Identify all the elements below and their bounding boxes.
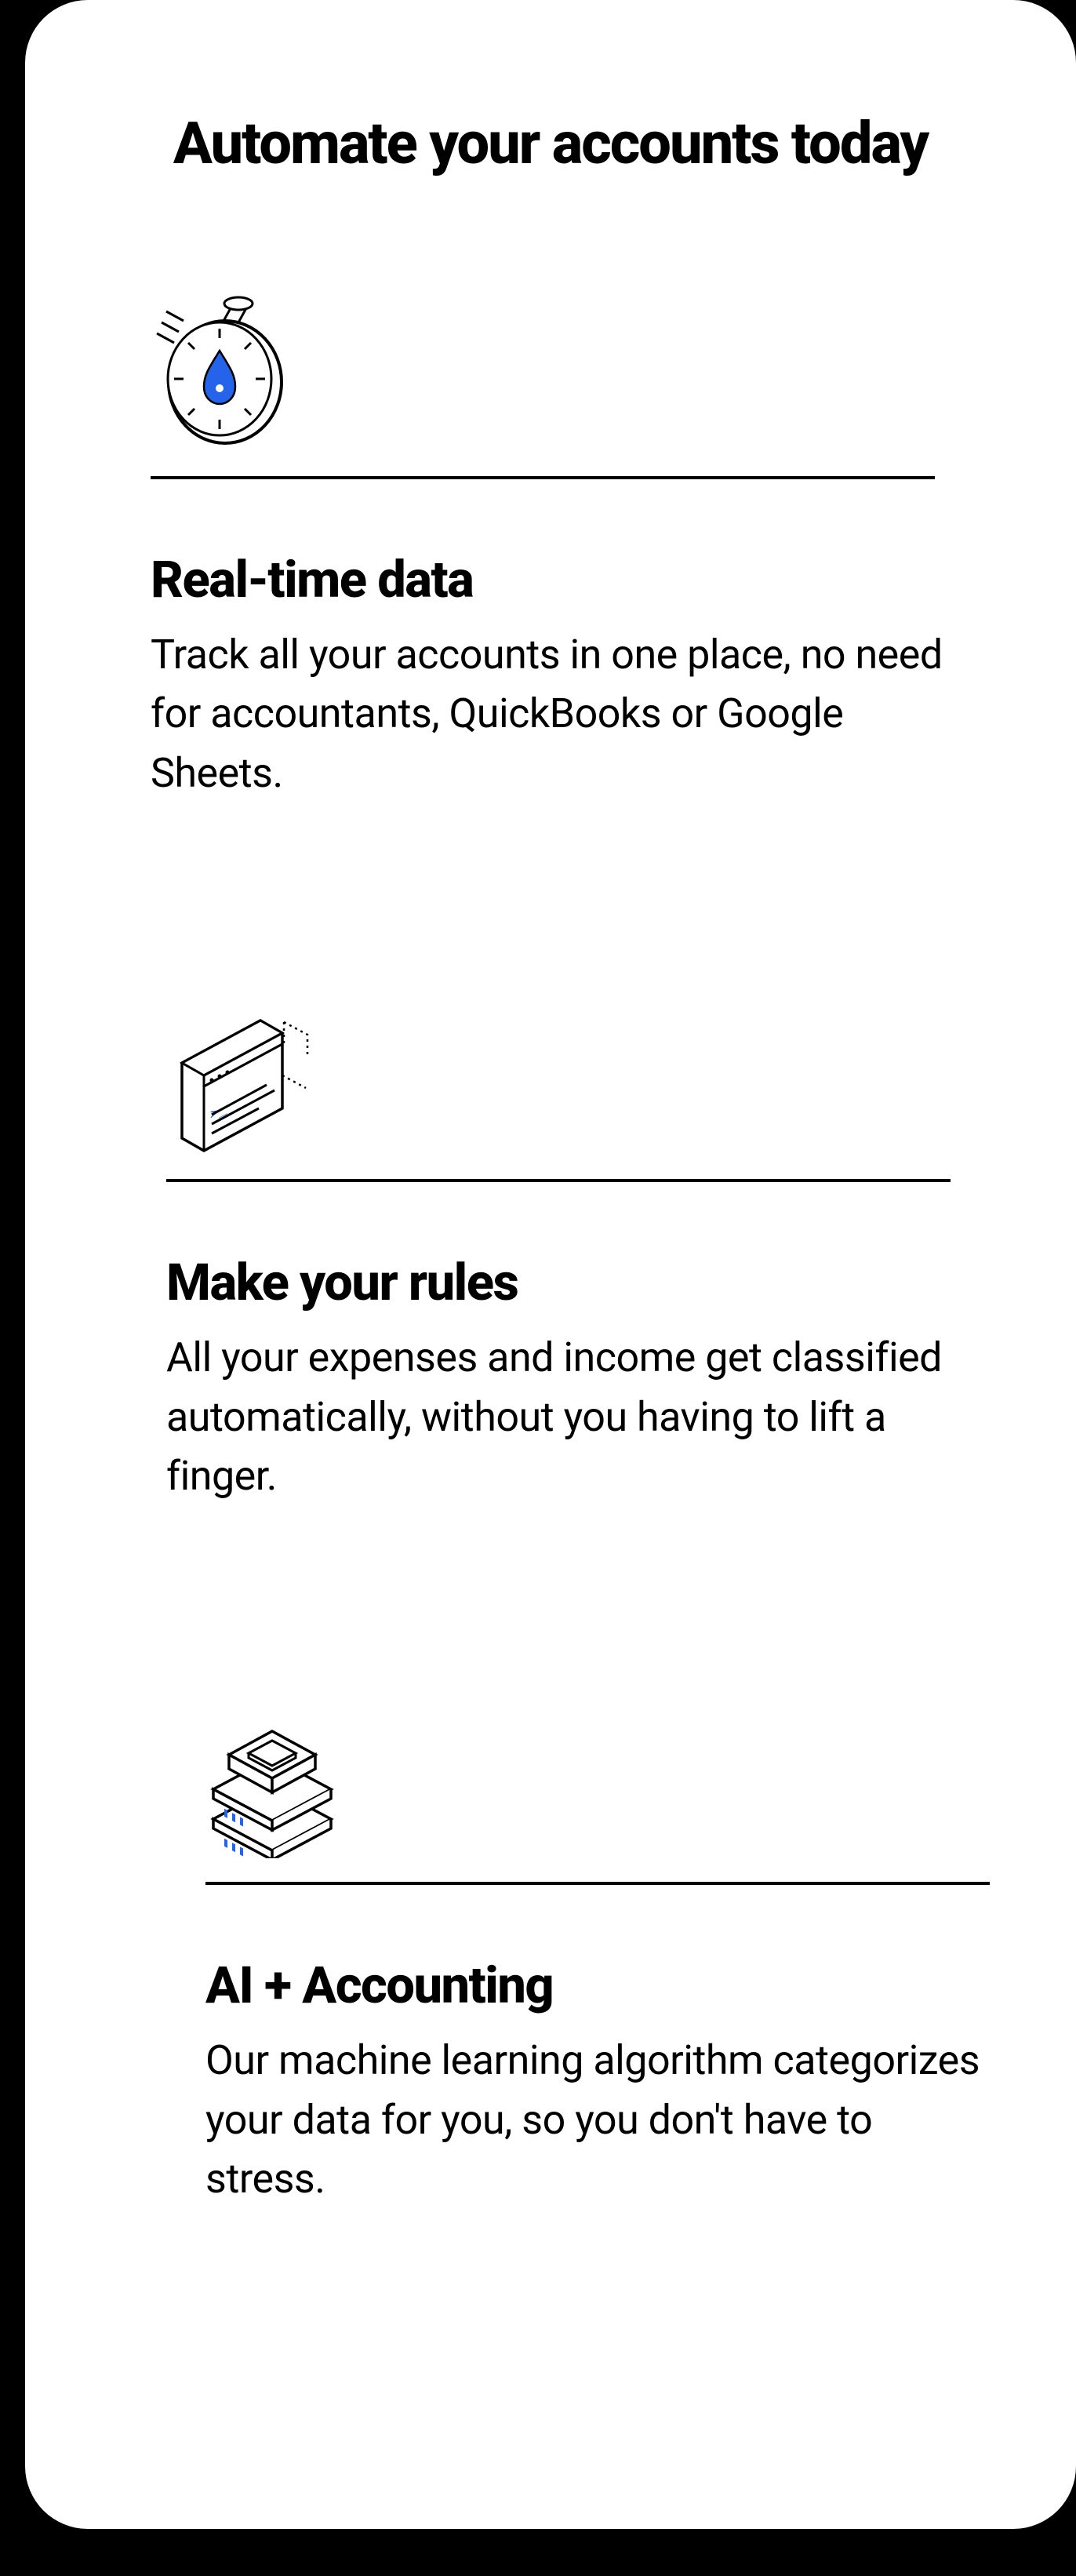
- stopwatch-icon: [151, 319, 998, 476]
- server-stack-icon: [205, 1725, 998, 1882]
- divider: [166, 1179, 951, 1182]
- feature-desc: Track all your accounts in one place, no…: [151, 625, 951, 802]
- feature-title: Real-time data: [151, 550, 998, 609]
- feature-realtime: Real-time data Track all your accounts i…: [104, 319, 998, 802]
- feature-rules: >_ Make your rules All your expenses and…: [104, 1022, 998, 1505]
- divider: [151, 476, 935, 479]
- feature-ai: AI + Accounting Our machine learning alg…: [104, 1725, 998, 2208]
- divider: [205, 1882, 990, 1885]
- feature-desc: All your expenses and income get classif…: [166, 1328, 966, 1505]
- feature-desc: Our machine learning algorithm categoriz…: [205, 2031, 998, 2208]
- feature-title: AI + Accounting: [205, 1956, 998, 2015]
- code-window-icon: >_: [166, 1022, 998, 1179]
- feature-card: Automate your accounts today: [25, 0, 1076, 2529]
- page-title: Automate your accounts today: [104, 110, 998, 178]
- feature-title: Make your rules: [166, 1253, 998, 1312]
